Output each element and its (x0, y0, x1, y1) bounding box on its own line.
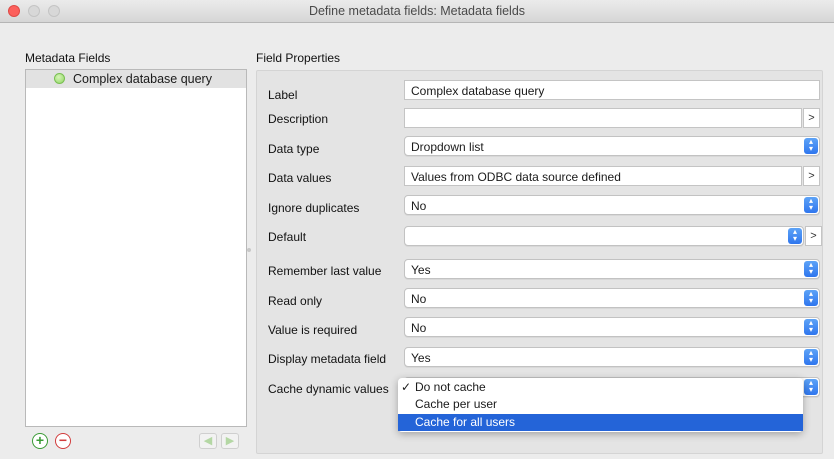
cache-options-menu: ✓ Do not cache Cache per user Cache for … (398, 378, 803, 432)
display-field-select[interactable]: Yes ▴ ▾ (404, 347, 820, 367)
field-status-icon (54, 73, 65, 84)
chevron-up-down-icon: ▴ ▾ (804, 379, 818, 395)
value-required-select-value: No (411, 321, 427, 335)
menu-option-do-not-cache[interactable]: ✓ Do not cache (398, 379, 803, 396)
chevron-up-down-icon: ▴ ▾ (788, 228, 802, 244)
ignore-duplicates-select[interactable]: No ▴ ▾ (404, 195, 820, 215)
minus-circle-icon[interactable]: − (55, 432, 71, 449)
data-type-select[interactable]: Dropdown list ▴ ▾ (404, 136, 820, 156)
title-bar: Define metadata fields: Metadata fields (0, 0, 834, 23)
value-required-row-label: Value is required (268, 323, 358, 337)
read-only-row-label: Read only (268, 294, 323, 308)
remember-last-value-select[interactable]: Yes ▴ ▾ (404, 259, 820, 279)
list-item[interactable]: Complex database query (26, 70, 246, 88)
value-required-select[interactable]: No ▴ ▾ (404, 317, 820, 337)
metadata-fields-heading: Metadata Fields (25, 51, 111, 65)
read-only-select[interactable]: No ▴ ▾ (404, 288, 820, 308)
panel-splitter-handle[interactable] (247, 248, 251, 252)
menu-option-label: Do not cache (415, 380, 486, 394)
chevron-up-down-icon: ▴ ▾ (804, 319, 818, 335)
label-row-label: Label (268, 88, 298, 102)
data-values-edit-button[interactable]: > (803, 166, 820, 186)
chevron-up-down-icon: ▴ ▾ (804, 138, 818, 154)
default-select[interactable]: ▴ ▾ (404, 226, 804, 246)
plus-circle-icon[interactable]: + (32, 432, 48, 449)
data-type-row-label: Data type (268, 142, 320, 156)
cache-dynamic-values-row-label: Cache dynamic values (268, 382, 389, 396)
arrow-right-icon[interactable]: ▶ (221, 433, 239, 449)
display-field-row-label: Display metadata field (268, 352, 387, 366)
label-input[interactable]: Complex database query (404, 80, 820, 100)
chevron-up-down-icon: ▴ ▾ (804, 197, 818, 213)
remember-last-value-row-label: Remember last value (268, 264, 382, 278)
default-row-label: Default (268, 230, 307, 244)
list-item-label: Complex database query (73, 72, 212, 86)
chevron-up-down-icon: ▴ ▾ (804, 290, 818, 306)
ignore-duplicates-row-label: Ignore duplicates (268, 201, 360, 215)
menu-option-cache-for-all-users[interactable]: Cache for all users (398, 414, 803, 431)
chevron-up-down-icon: ▴ ▾ (804, 349, 818, 365)
data-values-input-value: Values from ODBC data source defined (411, 170, 621, 184)
metadata-fields-list[interactable]: Complex database query (25, 69, 247, 427)
menu-option-label: Cache for all users (415, 415, 516, 429)
menu-option-cache-per-user[interactable]: Cache per user (398, 396, 803, 413)
data-values-row-label: Data values (268, 171, 332, 185)
data-type-select-value: Dropdown list (411, 140, 484, 154)
checkmark-icon: ✓ (401, 380, 412, 394)
data-values-input[interactable]: Values from ODBC data source defined (404, 166, 802, 186)
read-only-select-value: No (411, 292, 427, 306)
label-input-value: Complex database query (411, 84, 545, 98)
ignore-duplicates-select-value: No (411, 199, 427, 213)
chevron-up-down-icon: ▴ ▾ (804, 261, 818, 277)
arrow-left-icon[interactable]: ◀ (199, 433, 217, 449)
menu-option-label: Cache per user (415, 397, 498, 411)
default-edit-button[interactable]: > (805, 226, 822, 246)
window-title: Define metadata fields: Metadata fields (308, 4, 526, 18)
display-field-select-value: Yes (411, 351, 431, 365)
description-edit-button[interactable]: > (803, 108, 820, 128)
remember-last-value-select-value: Yes (411, 263, 431, 277)
description-input[interactable] (404, 108, 802, 128)
field-properties-heading: Field Properties (256, 51, 341, 65)
description-row-label: Description (268, 112, 329, 126)
